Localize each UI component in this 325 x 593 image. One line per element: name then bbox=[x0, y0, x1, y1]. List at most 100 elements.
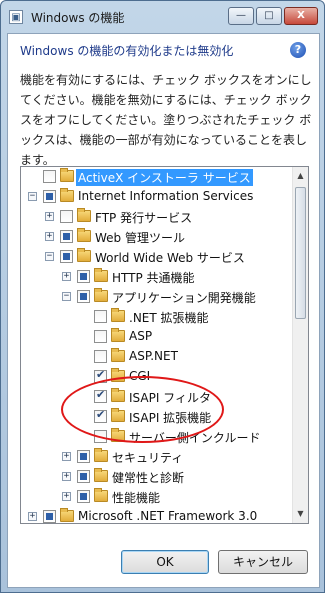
tree-item[interactable]: + Web 管理ツール bbox=[21, 227, 293, 247]
feature-label[interactable]: World Wide Web サービス bbox=[95, 249, 245, 266]
tree-item[interactable]: + 健常性と診断 bbox=[21, 467, 293, 487]
feature-label[interactable]: 性能機能 bbox=[112, 489, 160, 506]
tree-item[interactable]: ISAPI 拡張機能 bbox=[21, 407, 293, 427]
tree-item[interactable]: − Internet Information Services bbox=[21, 187, 293, 207]
tree-item[interactable]: ActiveX インストーラ サービス bbox=[21, 167, 293, 187]
folder-icon bbox=[111, 308, 125, 322]
folder-icon bbox=[111, 328, 125, 342]
feature-label[interactable]: 健常性と診断 bbox=[112, 469, 184, 486]
cancel-button[interactable]: キャンセル bbox=[218, 550, 308, 574]
feature-label[interactable]: セキュリティ bbox=[112, 449, 183, 466]
feature-checkbox[interactable] bbox=[43, 170, 56, 183]
feature-checkbox[interactable] bbox=[94, 408, 107, 423]
feature-label[interactable]: ISAPI フィルタ bbox=[129, 389, 211, 406]
window-title: Windows の機能 bbox=[31, 11, 125, 25]
folder-icon bbox=[60, 188, 74, 202]
feature-checkbox[interactable] bbox=[77, 270, 90, 283]
features-tree: ActiveX インストーラ サービス − Internet Information… bbox=[20, 166, 309, 524]
scroll-up-arrow-icon[interactable]: ▲ bbox=[295, 169, 306, 183]
folder-icon bbox=[94, 468, 108, 482]
tree-item[interactable]: ASP bbox=[21, 327, 293, 347]
folder-icon bbox=[111, 428, 125, 442]
feature-label[interactable]: ASP.NET bbox=[129, 349, 178, 363]
expand-icon[interactable]: + bbox=[62, 452, 71, 461]
folder-icon bbox=[60, 168, 74, 182]
feature-label[interactable]: Microsoft .NET Framework 3.0 bbox=[78, 509, 257, 523]
feature-label[interactable]: Internet Information Services bbox=[78, 189, 253, 203]
dialog-body: Windows の機能の有効化または無効化 ? 機能を有効にするには、チェック … bbox=[7, 33, 320, 588]
folder-icon bbox=[111, 408, 125, 422]
feature-checkbox[interactable] bbox=[60, 210, 73, 223]
feature-label[interactable]: ASP bbox=[129, 329, 152, 343]
expand-icon[interactable]: + bbox=[45, 212, 54, 221]
feature-checkbox[interactable] bbox=[94, 330, 107, 343]
tree-item[interactable]: + Microsoft .NET Framework 3.0 bbox=[21, 507, 293, 523]
tree-item[interactable]: + セキュリティ bbox=[21, 447, 293, 467]
collapse-icon[interactable]: − bbox=[45, 252, 54, 261]
tree-item[interactable]: + FTP 発行サービス bbox=[21, 207, 293, 227]
tree-item[interactable]: + HTTP 共通機能 bbox=[21, 267, 293, 287]
tree-item[interactable]: CGI bbox=[21, 367, 293, 387]
tree-item[interactable]: ASP.NET bbox=[21, 347, 293, 367]
folder-icon bbox=[77, 248, 91, 262]
feature-label[interactable]: HTTP 共通機能 bbox=[112, 269, 195, 286]
tree-item[interactable]: サーバー側インクルード bbox=[21, 427, 293, 447]
window-app-icon: ▣ bbox=[9, 10, 23, 24]
feature-checkbox[interactable] bbox=[60, 230, 73, 243]
vertical-scrollbar[interactable]: ▲ ▼ bbox=[292, 167, 308, 523]
folder-icon bbox=[94, 448, 108, 462]
feature-checkbox[interactable] bbox=[94, 310, 107, 323]
feature-checkbox[interactable] bbox=[94, 368, 107, 383]
feature-label[interactable]: ISAPI 拡張機能 bbox=[129, 409, 211, 426]
tree-item[interactable]: ISAPI フィルタ bbox=[21, 387, 293, 407]
feature-checkbox[interactable] bbox=[43, 510, 56, 523]
folder-icon bbox=[94, 268, 108, 282]
feature-checkbox[interactable] bbox=[94, 430, 107, 443]
feature-label[interactable]: CGI bbox=[129, 369, 150, 383]
tree-item[interactable]: + 性能機能 bbox=[21, 487, 293, 507]
feature-checkbox[interactable] bbox=[77, 290, 90, 303]
feature-label[interactable]: FTP 発行サービス bbox=[95, 209, 192, 226]
tree-item[interactable]: .NET 拡張機能 bbox=[21, 307, 293, 327]
instructions-text: 機能を有効にするには、チェック ボックスをオンにしてください。機能を無効にするに… bbox=[20, 73, 312, 167]
title-bar[interactable]: ▣ Windows の機能 — □ X bbox=[1, 1, 324, 33]
scrollbar-thumb[interactable] bbox=[295, 187, 306, 319]
minimize-button[interactable]: — bbox=[228, 7, 254, 25]
feature-checkbox[interactable] bbox=[94, 388, 107, 403]
feature-checkbox[interactable] bbox=[94, 350, 107, 363]
feature-label[interactable]: サーバー側インクルード bbox=[129, 429, 261, 446]
expand-icon[interactable]: + bbox=[62, 472, 71, 481]
expand-icon[interactable]: + bbox=[62, 492, 71, 501]
feature-label[interactable]: ActiveX インストーラ サービス bbox=[76, 169, 253, 186]
dialog-heading: Windows の機能の有効化または無効化 bbox=[20, 44, 234, 58]
feature-checkbox[interactable] bbox=[77, 450, 90, 463]
tree-item[interactable]: − World Wide Web サービス bbox=[21, 247, 293, 267]
feature-checkbox[interactable] bbox=[77, 490, 90, 503]
close-button[interactable]: X bbox=[284, 7, 318, 25]
folder-icon bbox=[94, 488, 108, 502]
help-icon[interactable]: ? bbox=[290, 42, 306, 58]
folder-icon bbox=[77, 208, 91, 222]
expand-icon[interactable]: + bbox=[45, 232, 54, 241]
folder-icon bbox=[111, 368, 125, 382]
maximize-button[interactable]: □ bbox=[256, 7, 282, 25]
scroll-down-arrow-icon[interactable]: ▼ bbox=[295, 507, 306, 521]
feature-label[interactable]: .NET 拡張機能 bbox=[129, 309, 209, 326]
features-tree-content: ActiveX インストーラ サービス − Internet Information… bbox=[21, 167, 293, 523]
expand-icon[interactable]: + bbox=[62, 272, 71, 281]
collapse-icon[interactable]: − bbox=[62, 292, 71, 301]
folder-icon bbox=[111, 388, 125, 402]
windows-features-dialog: ▣ Windows の機能 — □ X Windows の機能の有効化または無効… bbox=[0, 0, 325, 593]
collapse-icon[interactable]: − bbox=[28, 192, 37, 201]
ok-button[interactable]: OK bbox=[121, 550, 209, 574]
folder-icon bbox=[77, 228, 91, 242]
feature-label[interactable]: アプリケーション開発機能 bbox=[112, 289, 256, 306]
expand-icon[interactable]: + bbox=[28, 512, 37, 521]
feature-checkbox[interactable] bbox=[43, 190, 56, 203]
tree-item[interactable]: − アプリケーション開発機能 bbox=[21, 287, 293, 307]
feature-checkbox[interactable] bbox=[77, 470, 90, 483]
folder-icon bbox=[94, 288, 108, 302]
feature-label[interactable]: Web 管理ツール bbox=[95, 229, 185, 246]
folder-icon bbox=[60, 508, 74, 522]
feature-checkbox[interactable] bbox=[60, 250, 73, 263]
